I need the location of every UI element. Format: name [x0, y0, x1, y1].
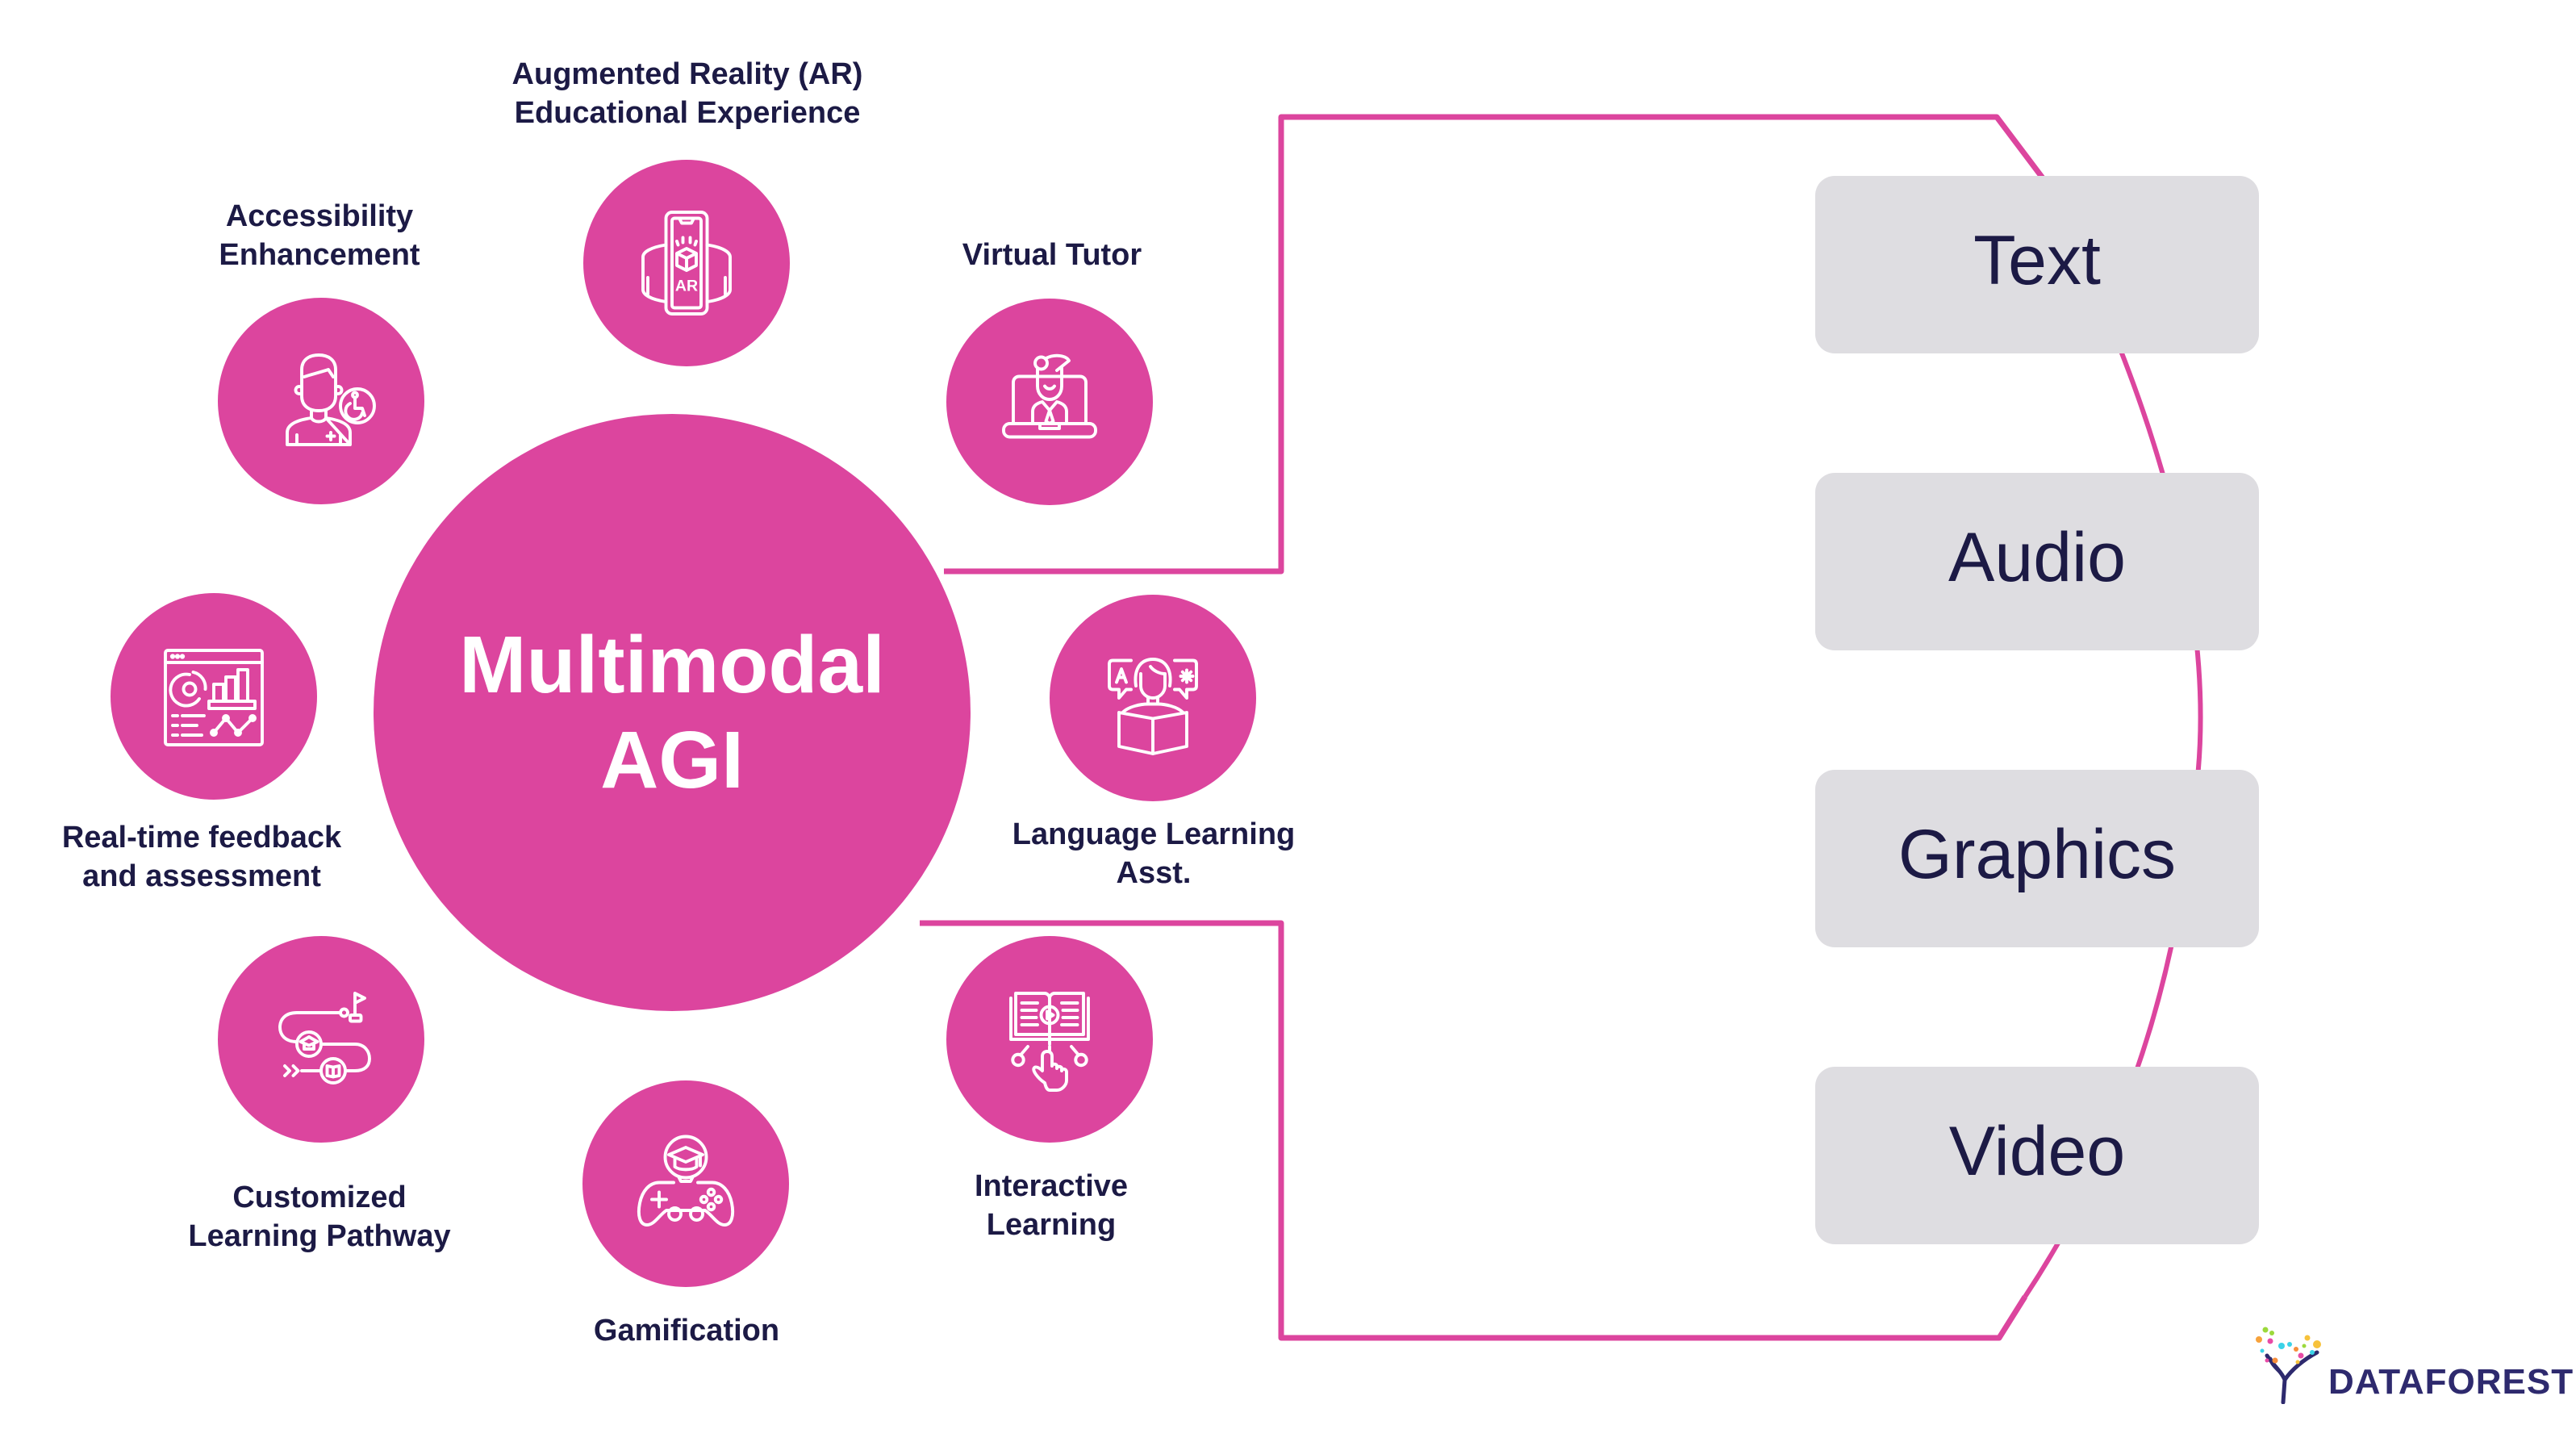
data-tree-icon	[2256, 1327, 2321, 1404]
node-virtual-tutor	[946, 299, 1153, 505]
node-ar: AR	[583, 160, 790, 366]
svg-text:AR: AR	[675, 278, 698, 295]
person-wheelchair-icon	[286, 353, 376, 446]
modality-label-audio: Audio	[1948, 518, 2126, 596]
modality-box-video: Video	[1815, 1067, 2259, 1244]
label-gamification: Gamification	[593, 1314, 780, 1348]
hub-title-line2: AGI	[600, 715, 744, 805]
modality-label-graphics: Graphics	[1898, 815, 2177, 893]
node-interactive	[946, 936, 1153, 1143]
node-gamification	[582, 1080, 789, 1287]
modality-box-graphics: Graphics	[1815, 770, 2259, 947]
label-feedback: Real-time feedback and assessment	[61, 821, 342, 893]
modality-label-video: Video	[1948, 1112, 2126, 1190]
modality-box-text: Text	[1815, 176, 2259, 353]
reading-translation-icon	[1108, 658, 1198, 755]
dashboard-analytics-icon	[164, 649, 264, 746]
label-language: Language Learning Asst.	[1012, 817, 1296, 890]
hub-title-line1: Multimodal	[459, 620, 885, 710]
label-virtual-tutor: Virtual Tutor	[962, 238, 1142, 272]
learning-path-icon	[278, 992, 371, 1084]
node-accessibility	[218, 298, 424, 504]
node-language	[1050, 595, 1256, 801]
laptop-tutor-icon	[1002, 353, 1097, 439]
label-pathway: Customized Learning Pathway	[188, 1181, 451, 1253]
node-pathway	[218, 936, 424, 1143]
label-accessibility: Accessibility Enhancement	[219, 199, 420, 272]
modality-box-audio: Audio	[1815, 473, 2259, 650]
dataforest-logo: DATAFOREST	[2251, 1323, 2574, 1404]
label-interactive: Interactive Learning	[974, 1169, 1129, 1242]
label-ar: Augmented Reality (AR) Educational Exper…	[511, 57, 863, 130]
book-touch-icon	[1009, 992, 1090, 1092]
logo-text: DATAFOREST	[2328, 1362, 2574, 1402]
modality-label-text: Text	[1973, 221, 2101, 299]
gamepad-graduation-icon	[637, 1135, 735, 1227]
ar-phone-icon: AR	[641, 211, 732, 316]
node-feedback	[111, 593, 317, 800]
hub-circle: Multimodal AGI	[374, 414, 971, 1011]
